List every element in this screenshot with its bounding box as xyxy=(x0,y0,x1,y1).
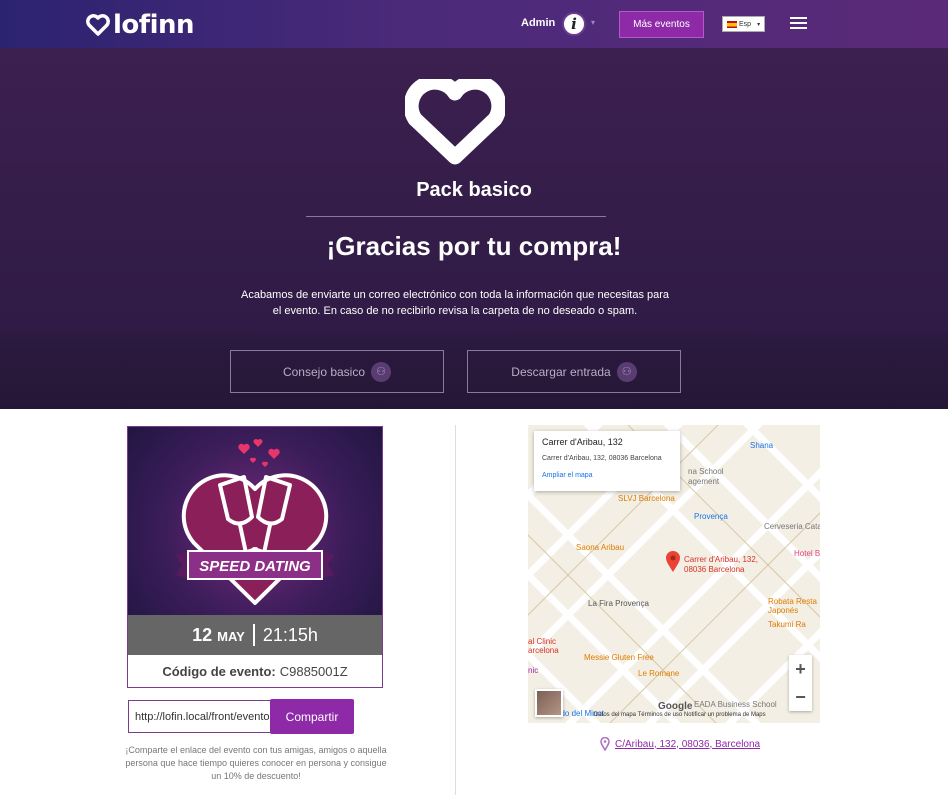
admin-label[interactable]: Admin xyxy=(521,17,555,29)
event-image: SPEED DATING xyxy=(128,427,382,615)
confirmation-message: Acabamos de enviarte un correo electróni… xyxy=(240,289,670,317)
speed-dating-illustration: SPEED DATING xyxy=(176,439,334,605)
poi-cerveseria[interactable]: Cerveseria Catalan xyxy=(764,522,820,531)
chevron-down-icon: ▾ xyxy=(757,21,761,28)
poi-saona[interactable]: Saona Aribau xyxy=(576,543,624,552)
gift-icon: ⚇ xyxy=(371,361,392,382)
zoom-in-button[interactable]: + xyxy=(789,655,812,683)
top-nav: lofinn Admin i ▾ Más eventos Esp ▾ xyxy=(0,0,948,48)
poi-eada[interactable]: EADA Business School xyxy=(694,700,777,709)
popup-title: Carrer d'Aribau, 132 xyxy=(542,437,623,447)
map-info-popup: Carrer d'Aribau, 132 Carrer d'Aribau, 13… xyxy=(534,431,680,491)
event-datetime: 12 MAY 21:15h xyxy=(128,615,382,655)
poi-slvj[interactable]: SLVJ Barcelona xyxy=(618,494,675,503)
share-button[interactable]: Compartir xyxy=(270,699,354,734)
column-divider xyxy=(455,425,456,795)
event-month: MAY xyxy=(217,629,245,644)
poi-school-2[interactable]: agement xyxy=(688,477,719,486)
poi-shana[interactable]: Shana xyxy=(750,441,773,450)
ribbon-text: SPEED DATING xyxy=(199,558,311,575)
hero-section: Pack basico ¡Gracias por tu compra! Acab… xyxy=(0,48,948,333)
popup-address: Carrer d'Aribau, 132, 08036 Barcelona xyxy=(542,455,662,462)
event-code-label: Código de evento: xyxy=(162,663,276,679)
marker-label-2: 08036 Barcelona xyxy=(684,565,745,574)
poi-school-1[interactable]: na School xyxy=(688,467,724,476)
download-button-label: Descargar entrada xyxy=(511,364,611,379)
share-url-input[interactable] xyxy=(128,700,271,733)
download-ticket-button[interactable]: Descargar entrada ⚇ xyxy=(467,350,681,393)
brand-logo[interactable]: lofinn xyxy=(86,10,195,40)
event-time: 21:15h xyxy=(262,624,318,645)
poi-clinic-2[interactable]: arcelona xyxy=(528,646,559,655)
event-code-value: C9885001Z xyxy=(279,663,348,679)
satellite-toggle[interactable] xyxy=(535,689,563,717)
spain-flag-icon xyxy=(727,20,737,28)
action-bar: Consejo basico ⚇ Descargar entrada ⚇ xyxy=(0,333,948,409)
separator xyxy=(252,624,255,646)
enlarge-map-link[interactable]: Ampliar el mapa xyxy=(542,472,672,479)
poi-robata-2[interactable]: Japonés xyxy=(768,606,798,615)
pack-title: Pack basico xyxy=(416,179,532,201)
poi-messie[interactable]: Messie Gluten Free xyxy=(584,653,654,662)
zoom-out-button[interactable]: − xyxy=(789,683,812,711)
chevron-down-icon[interactable]: ▾ xyxy=(591,18,595,27)
info-icon: i xyxy=(571,15,577,33)
menu-icon[interactable] xyxy=(790,17,807,31)
poi-takumi[interactable]: Takumi Ra xyxy=(768,620,806,629)
advice-button[interactable]: Consejo basico ⚇ xyxy=(230,350,444,393)
location-pin-icon xyxy=(600,737,610,751)
poi-clinic-1[interactable]: al Clinic xyxy=(528,637,556,646)
poi-provenca[interactable]: Provença xyxy=(694,512,728,521)
thanks-title: ¡Gracias por tu compra! xyxy=(326,231,622,261)
event-day: 12 xyxy=(192,624,213,645)
logo-text: lofinn xyxy=(113,10,195,40)
small-hearts-icon xyxy=(238,439,280,467)
heart-logo-icon xyxy=(86,14,110,36)
zoom-control: + − xyxy=(789,655,812,711)
admin-avatar[interactable]: i xyxy=(562,12,586,36)
address-link[interactable]: C/Aribau, 132, 08036, Barcelona xyxy=(600,737,760,751)
gift-icon: ⚇ xyxy=(616,361,637,382)
poi-la-fira[interactable]: La Fira Provença xyxy=(588,599,649,608)
event-code: Código de evento: C9885001Z xyxy=(128,655,382,687)
language-value: Esp xyxy=(739,20,752,28)
poi-hotel[interactable]: Hotel B xyxy=(794,549,820,558)
event-card: SPEED DATING 12 MAY 21:15h Código de eve… xyxy=(127,426,383,688)
poi-nic[interactable]: nic xyxy=(528,666,538,675)
google-logo: Google xyxy=(658,701,693,712)
share-note: ¡Comparte el enlace del evento con tus a… xyxy=(125,745,387,781)
map-footer[interactable]: Datos del mapa Términos de uso Notificar… xyxy=(594,712,766,718)
marker-label-1: Carrer d'Aribau, 132, xyxy=(684,555,759,564)
poi-le-romane[interactable]: Le Romane xyxy=(638,669,679,678)
more-events-button[interactable]: Más eventos xyxy=(619,11,704,38)
divider xyxy=(306,216,606,217)
map[interactable]: Shana na School agement SLVJ Barcelona P… xyxy=(528,425,820,723)
advice-button-label: Consejo basico xyxy=(282,364,366,379)
heart-icon xyxy=(405,79,505,165)
language-select[interactable]: Esp ▾ xyxy=(722,16,765,32)
poi-robata-1[interactable]: Robata Resta xyxy=(768,597,817,606)
map-marker-icon[interactable] xyxy=(665,551,681,573)
address-link-text: C/Aribau, 132, 08036, Barcelona xyxy=(615,738,761,750)
